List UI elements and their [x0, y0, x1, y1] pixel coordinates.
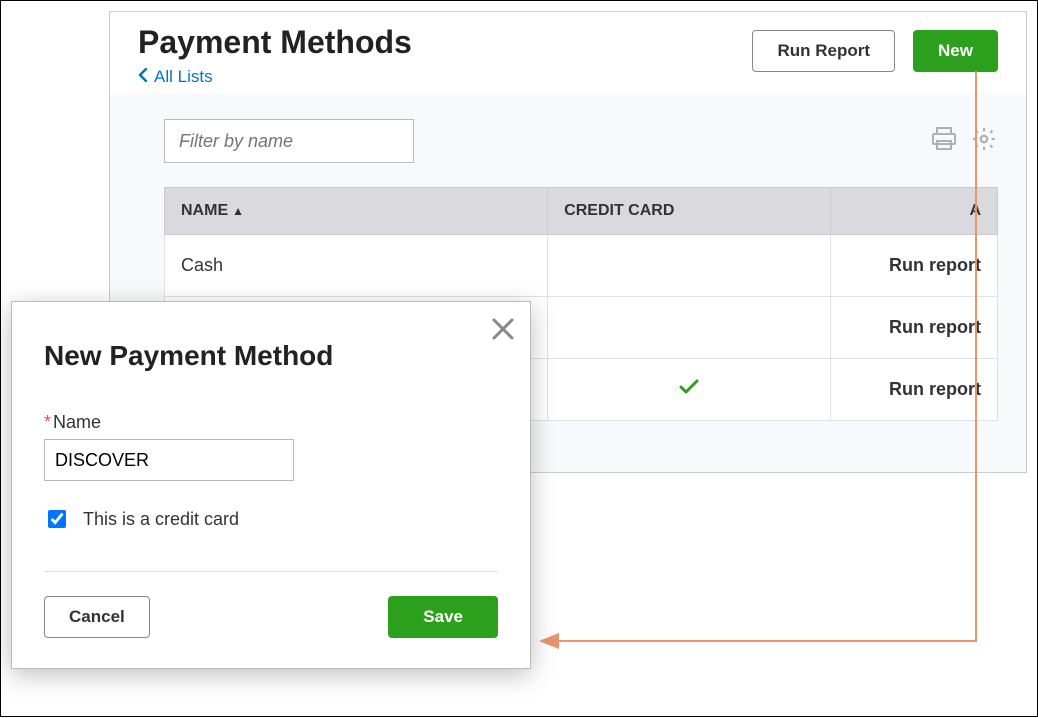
- page-title: Payment Methods: [138, 24, 412, 61]
- name-field-label: *Name: [44, 412, 498, 433]
- cell-credit-card: [548, 359, 831, 421]
- cell-name: Cash: [165, 235, 548, 297]
- cell-credit-card: [548, 297, 831, 359]
- print-icon[interactable]: [930, 126, 958, 157]
- cancel-button[interactable]: Cancel: [44, 596, 150, 638]
- credit-card-checkbox-row[interactable]: This is a credit card: [44, 507, 498, 531]
- dialog-divider: [44, 571, 498, 572]
- close-icon[interactable]: [490, 316, 516, 347]
- chevron-left-icon: [138, 67, 150, 87]
- new-payment-method-dialog: New Payment Method *Name This is a credi…: [11, 301, 531, 669]
- sort-asc-icon: ▲: [232, 204, 244, 218]
- breadcrumb-label: All Lists: [154, 67, 213, 87]
- name-field[interactable]: [44, 439, 294, 481]
- credit-card-checkbox[interactable]: [48, 510, 66, 528]
- run-report-link[interactable]: Run report: [831, 359, 998, 421]
- column-header-credit-card[interactable]: CREDIT CARD: [548, 188, 831, 235]
- column-header-action[interactable]: A: [831, 188, 998, 235]
- run-report-button[interactable]: Run Report: [752, 30, 895, 72]
- panel-header: Payment Methods All Lists Run Report New: [110, 12, 1026, 93]
- filter-input[interactable]: [164, 119, 414, 163]
- column-header-name[interactable]: NAME▲: [165, 188, 548, 235]
- dialog-title: New Payment Method: [44, 340, 498, 372]
- check-icon: [679, 379, 699, 399]
- new-button[interactable]: New: [913, 30, 998, 72]
- credit-card-checkbox-label: This is a credit card: [83, 509, 239, 530]
- table-row: Cash Run report: [165, 235, 998, 297]
- gear-icon[interactable]: [970, 126, 998, 157]
- cell-credit-card: [548, 235, 831, 297]
- run-report-link[interactable]: Run report: [831, 235, 998, 297]
- run-report-link[interactable]: Run report: [831, 297, 998, 359]
- save-button[interactable]: Save: [388, 596, 498, 638]
- breadcrumb-all-lists[interactable]: All Lists: [138, 67, 213, 87]
